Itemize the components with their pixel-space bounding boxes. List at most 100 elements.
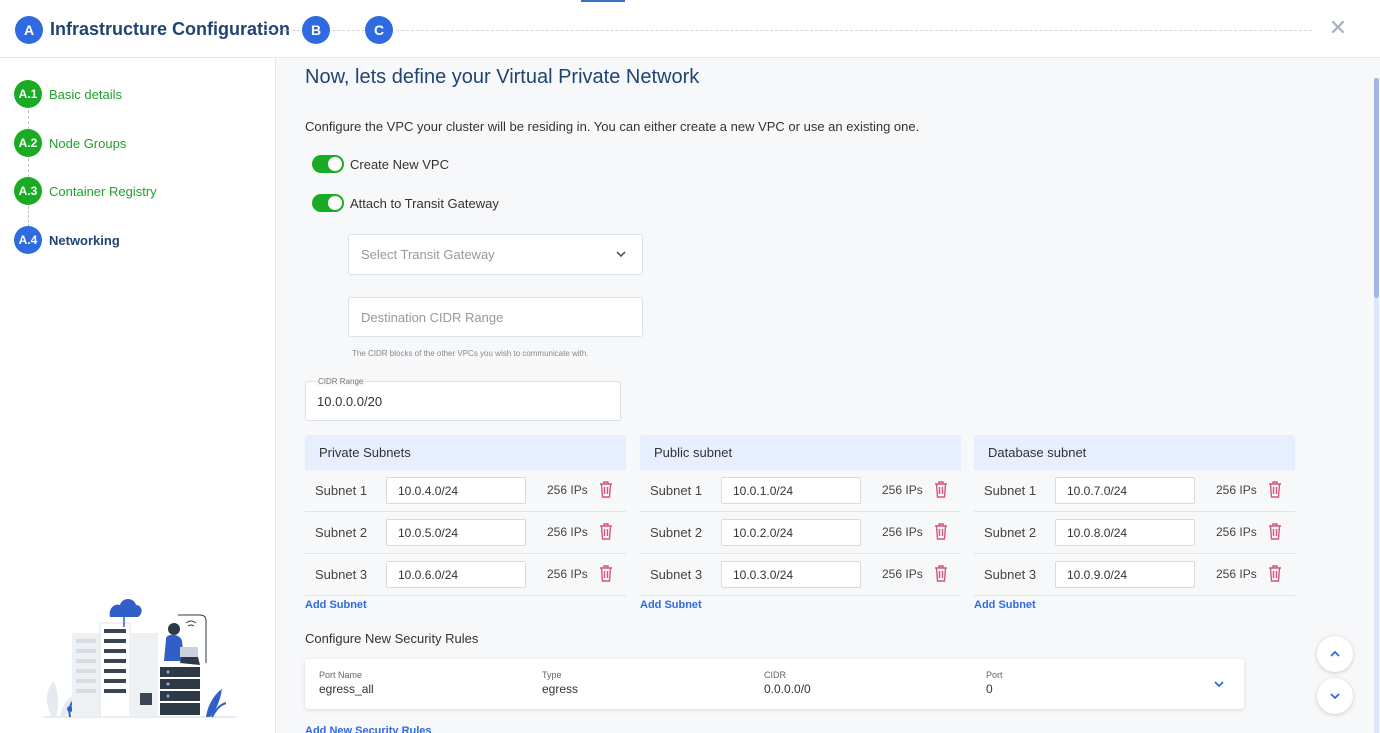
security-rule-card[interactable]: Port Name egress_all Type egress CIDR 0.… — [305, 659, 1244, 709]
toggle-label: Create New VPC — [350, 156, 449, 172]
main-content: Now, lets define your Virtual Private Ne… — [277, 58, 1380, 733]
subnet-ip-count: 256 IPs — [547, 567, 588, 581]
subnet-row: Subnet 2 10.0.2.0/24 256 IPs — [640, 512, 961, 554]
cidr-column: CIDR 0.0.0.0/0 — [764, 670, 811, 696]
trash-icon[interactable] — [934, 481, 948, 498]
subnet-cidr-input[interactable]: 10.0.5.0/24 — [386, 519, 526, 546]
subnet-cidr-input[interactable]: 10.0.8.0/24 — [1055, 519, 1195, 546]
subnet-cidr-input[interactable]: 10.0.2.0/24 — [721, 519, 861, 546]
page-title: Infrastructure Configuration — [50, 19, 291, 39]
add-database-subnet-link[interactable]: Add Subnet — [974, 599, 1036, 611]
chevron-down-icon — [1330, 693, 1340, 700]
add-private-subnet-link[interactable]: Add Subnet — [305, 599, 367, 611]
vertical-scrollbar[interactable] — [1374, 78, 1379, 733]
trash-icon[interactable] — [1268, 523, 1282, 540]
scroll-down-button[interactable] — [1317, 678, 1353, 714]
cidr-range-value: 10.0.0.0/20 — [317, 394, 383, 409]
select-placeholder: Select Transit Gateway — [361, 247, 495, 262]
sidebar-item-container-registry[interactable]: A.3 Container Registry — [14, 177, 157, 205]
attach-transit-gateway-toggle[interactable] — [312, 194, 344, 212]
port-column: Port 0 — [986, 670, 1003, 696]
create-new-vpc-row: Create New VPC — [312, 155, 449, 173]
subnet-ip-count: 256 IPs — [882, 525, 923, 539]
sidebar-connector — [28, 206, 29, 227]
step-a-badge[interactable]: A — [15, 16, 43, 44]
subnet-cidr-input[interactable]: 10.0.9.0/24 — [1055, 561, 1195, 588]
public-subnet-panel: Public subnet Subnet 1 10.0.1.0/24 256 I… — [640, 435, 961, 596]
port-label: Port — [986, 670, 1003, 680]
sidebar: A.1 Basic details A.2 Node Groups A.3 Co… — [0, 58, 276, 733]
step-c-badge[interactable]: C — [365, 16, 393, 44]
port-name-value: egress_all — [319, 682, 374, 696]
subnet-row: Subnet 3 10.0.3.0/24 256 IPs — [640, 554, 961, 596]
sidebar-item-label: Basic details — [49, 86, 122, 102]
subnet-name: Subnet 2 — [315, 525, 368, 540]
trash-icon[interactable] — [599, 481, 613, 498]
subnet-cidr-input[interactable]: 10.0.3.0/24 — [721, 561, 861, 588]
subnet-name: Subnet 2 — [984, 525, 1037, 540]
subnet-panel-title: Public subnet — [640, 435, 961, 470]
chevron-up-icon — [1330, 650, 1340, 657]
trash-icon[interactable] — [1268, 481, 1282, 498]
private-subnets-panel: Private Subnets Subnet 1 10.0.4.0/24 256… — [305, 435, 626, 596]
sidebar-item-node-groups[interactable]: A.2 Node Groups — [14, 129, 126, 157]
trash-icon[interactable] — [1268, 565, 1282, 582]
add-public-subnet-link[interactable]: Add Subnet — [640, 599, 702, 611]
transit-gateway-select[interactable]: Select Transit Gateway — [348, 234, 643, 275]
subnet-cidr-input[interactable]: 10.0.7.0/24 — [1055, 477, 1195, 504]
server-person-illustration-icon — [44, 599, 236, 718]
add-security-rules-link[interactable]: Add New Security Rules — [305, 725, 432, 733]
step-b-badge[interactable]: B — [302, 16, 330, 44]
sidebar-item-label: Node Groups — [49, 135, 127, 151]
step-connector — [264, 30, 300, 31]
port-name-label: Port Name — [319, 670, 363, 680]
wizard-header: A Infrastructure Configuration B C ✕ — [0, 0, 1380, 58]
close-icon[interactable]: ✕ — [1328, 17, 1348, 39]
subnet-name: Subnet 3 — [984, 567, 1037, 582]
cidr-range-label: CIDR Range — [316, 377, 366, 386]
subnet-row: Subnet 2 10.0.5.0/24 256 IPs — [305, 512, 626, 554]
scroll-up-button[interactable] — [1317, 636, 1353, 672]
subnet-ip-count: 256 IPs — [882, 567, 923, 581]
cidr-range-field[interactable]: CIDR Range 10.0.0.0/20 — [305, 377, 621, 421]
step-badge: A.1 — [14, 80, 42, 108]
step-badge: A.3 — [14, 177, 42, 205]
trash-icon[interactable] — [599, 565, 613, 582]
subnet-ip-count: 256 IPs — [547, 525, 588, 539]
chevron-down-icon — [616, 251, 626, 258]
scrollbar-thumb[interactable] — [1374, 78, 1379, 298]
subnet-cidr-input[interactable]: 10.0.1.0/24 — [721, 477, 861, 504]
create-new-vpc-toggle[interactable] — [312, 155, 344, 173]
subnet-ip-count: 256 IPs — [882, 483, 923, 497]
type-label: Type — [542, 670, 562, 680]
trash-icon[interactable] — [934, 565, 948, 582]
sidebar-item-networking[interactable]: A.4 Networking — [14, 226, 120, 254]
trash-icon[interactable] — [599, 523, 613, 540]
step-connector — [332, 30, 365, 31]
section-description: Configure the VPC your cluster will be r… — [305, 119, 920, 134]
destination-cidr-input[interactable]: Destination CIDR Range — [348, 297, 643, 337]
type-column: Type egress — [542, 670, 578, 696]
subnet-row: Subnet 3 10.0.6.0/24 256 IPs — [305, 554, 626, 596]
attach-transit-gateway-row: Attach to Transit Gateway — [312, 194, 499, 212]
input-placeholder: Destination CIDR Range — [361, 309, 504, 325]
subnet-row: Subnet 1 10.0.1.0/24 256 IPs — [640, 470, 961, 512]
sidebar-item-label: Container Registry — [49, 183, 157, 199]
trash-icon[interactable] — [934, 523, 948, 540]
subnet-row: Subnet 1 10.0.4.0/24 256 IPs — [305, 470, 626, 512]
step-badge: A.2 — [14, 129, 42, 157]
subnet-row: Subnet 1 10.0.7.0/24 256 IPs — [974, 470, 1295, 512]
header-active-indicator — [581, 0, 625, 2]
chevron-down-icon[interactable] — [1212, 677, 1226, 691]
sidebar-item-basic-details[interactable]: A.1 Basic details — [14, 80, 122, 108]
subnet-panel-title: Database subnet — [974, 435, 1295, 470]
step-connector — [396, 30, 1312, 31]
cidr-value: 0.0.0.0/0 — [764, 682, 811, 696]
subnet-name: Subnet 3 — [650, 567, 703, 582]
subnet-ip-count: 256 IPs — [547, 483, 588, 497]
subnet-row: Subnet 2 10.0.8.0/24 256 IPs — [974, 512, 1295, 554]
subnet-cidr-input[interactable]: 10.0.4.0/24 — [386, 477, 526, 504]
subnet-cidr-input[interactable]: 10.0.6.0/24 — [386, 561, 526, 588]
subnet-name: Subnet 1 — [984, 483, 1037, 498]
subnet-row: Subnet 3 10.0.9.0/24 256 IPs — [974, 554, 1295, 596]
